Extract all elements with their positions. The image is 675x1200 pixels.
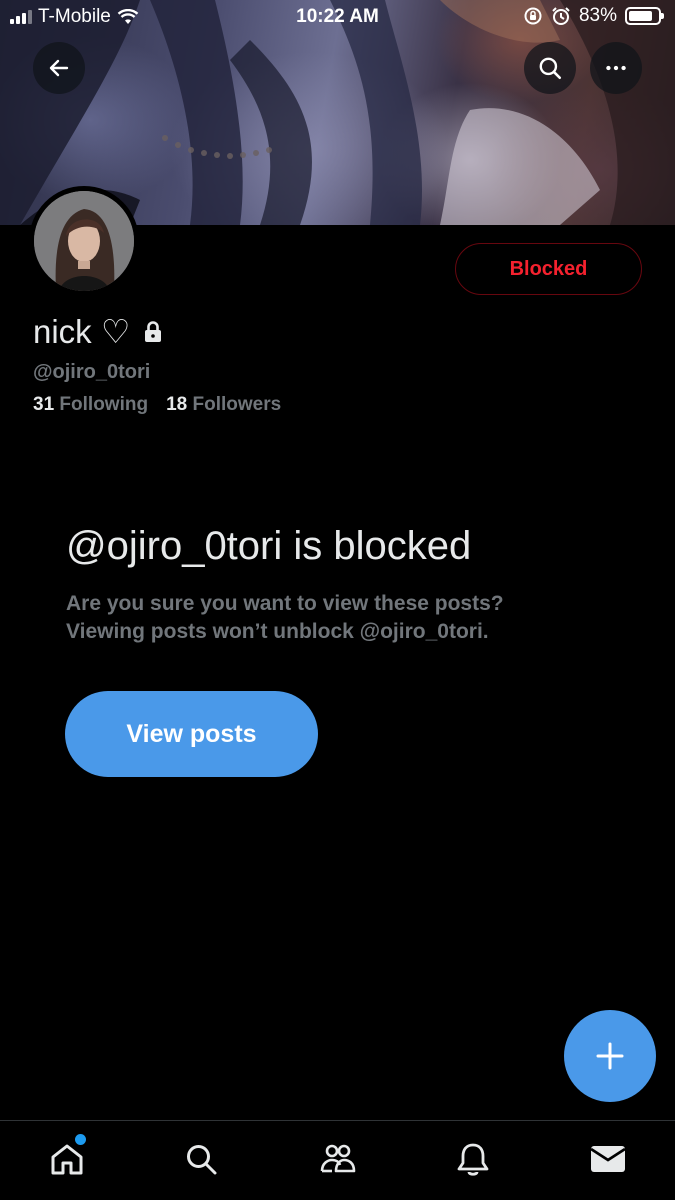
communities-icon [320,1144,356,1173]
notifications-icon [457,1143,489,1176]
nav-search[interactable] [181,1139,221,1179]
messages-icon [590,1146,626,1172]
status-right: 83% [523,5,664,27]
profile-page: T-Mobile 10:22 AM 83% Blocked nick ♡ @oj… [0,0,675,1200]
followers-link[interactable]: 18 Followers [166,394,281,416]
search-icon [539,57,562,80]
followers-label: Followers [192,394,282,415]
following-link[interactable]: 31 Following [33,394,148,416]
search-button[interactable] [524,42,576,94]
followers-count: 18 [166,394,188,415]
rotation-lock-icon [524,7,542,25]
blocked-subtitle-line1: Are you sure you want to view these post… [66,592,504,615]
blocked-title: @ojiro_0tori is blocked [66,524,472,568]
status-bar: T-Mobile 10:22 AM 83% [0,0,675,36]
back-button[interactable] [33,42,85,94]
blocked-subtitle-line2: Viewing posts won’t unblock @ojiro_0tori… [66,620,489,643]
avatar-image [34,191,134,291]
home-icon [51,1144,83,1175]
battery-fill [629,11,653,21]
view-posts-button[interactable]: View posts [65,691,318,777]
more-horizontal-icon [606,65,626,71]
follow-stats: 31 Following 18 Followers [33,394,281,416]
bottom-nav [0,1120,675,1200]
avatar[interactable] [29,186,139,296]
blocked-subtitle: Are you sure you want to view these post… [66,590,626,646]
search-icon [187,1145,217,1175]
following-count: 31 [33,394,55,415]
compose-post-button[interactable] [564,1010,656,1102]
following-label: Following [59,394,149,415]
blocked-button[interactable]: Blocked [455,243,642,295]
arrow-left-icon [49,59,69,77]
battery-percent: 83% [578,5,617,26]
display-name: nick ♡ [33,313,131,350]
nav-notifications[interactable] [453,1139,493,1179]
nav-messages[interactable] [588,1139,628,1179]
nav-home[interactable] [47,1139,87,1179]
plus-icon [596,1042,624,1070]
avatar-portrait [34,191,134,291]
alarm-icon [552,7,570,25]
user-handle: @ojiro_0tori [33,361,151,383]
display-name-row: nick ♡ [33,312,164,351]
nav-communities[interactable] [318,1139,358,1179]
home-notification-dot [75,1134,86,1145]
more-options-button[interactable] [590,42,642,94]
battery-icon [625,7,664,25]
lock-icon [145,320,162,342]
